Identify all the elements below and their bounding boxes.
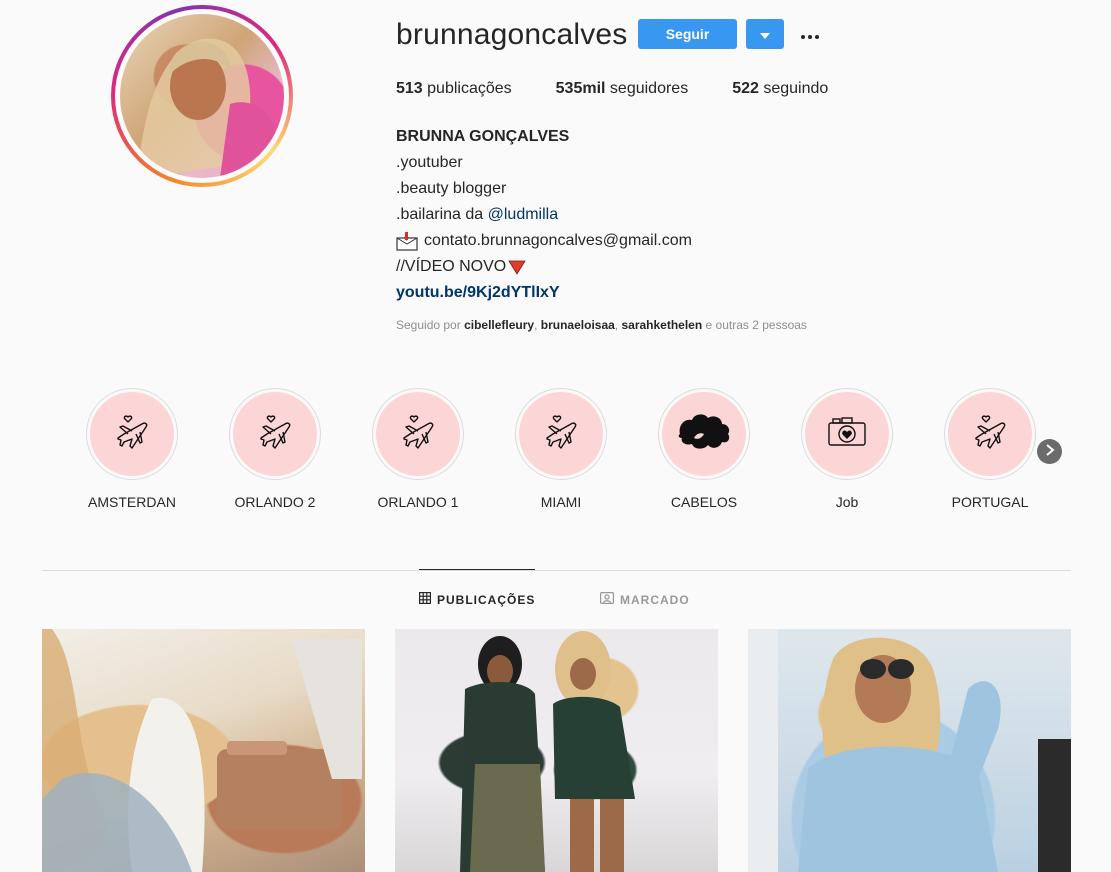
following-count: 522 <box>732 80 759 97</box>
follower-user: sarahkethelen <box>621 318 703 332</box>
follower-user: cibellefleury <box>464 318 535 332</box>
highlight-miami[interactable]: MIAMI <box>489 388 633 510</box>
post-thumbnail[interactable] <box>748 629 1071 872</box>
post-thumbnail[interactable] <box>395 629 718 872</box>
camera-heart-icon <box>827 415 867 454</box>
ellipsis-icon <box>801 27 819 42</box>
posts-count: 513 <box>396 80 423 97</box>
external-link[interactable]: youtu.be/9Kj2dYTlIxY <box>396 280 692 306</box>
highlight-amsterdan[interactable]: AMSTERDAN <box>60 388 204 510</box>
highlight-cover <box>376 392 460 476</box>
profile-avatar[interactable] <box>120 14 284 178</box>
username: brunnagoncalves <box>396 18 628 51</box>
followers-count: 535mil <box>555 80 606 97</box>
active-tab-indicator <box>419 569 535 570</box>
highlight-ring <box>86 388 178 480</box>
story-highlights: AMSTERDAN ORLANDO 2 ORLANDO 1 MIAMI CABE… <box>60 388 1070 518</box>
highlight-ring <box>801 388 893 480</box>
highlight-orlando-1[interactable]: ORLANDO 1 <box>346 388 490 510</box>
red-triangle-down-icon <box>508 259 526 275</box>
bio-line-bailarina: .bailarina da @ludmilla <box>396 202 692 228</box>
profile-stats: 513 publicações 535mil seguidores 522 se… <box>396 80 872 98</box>
bio-line-youtuber: .youtuber <box>396 154 463 171</box>
highlight-label: ORLANDO 2 <box>234 494 316 510</box>
follow-button[interactable]: Seguir <box>638 19 737 49</box>
airplane-heart-icon <box>970 412 1010 457</box>
followed-by-prefix: Seguido por <box>396 318 465 332</box>
tab-tagged-label: MARCADO <box>620 592 690 607</box>
bio-line-bailarina-text: .bailarina da <box>396 206 488 223</box>
posts-label: publicações <box>427 80 512 97</box>
highlight-ring <box>229 388 321 480</box>
tab-tagged[interactable]: MARCADO <box>600 592 690 607</box>
highlight-label: Job <box>835 494 859 510</box>
tagged-user-icon <box>600 592 615 607</box>
video-line-text: //VÍDEO NOVO <box>396 258 507 275</box>
tab-posts[interactable]: PUBLICAÇÕES <box>419 592 535 607</box>
mention-link[interactable]: @ludmilla <box>488 206 558 223</box>
highlight-ring <box>944 388 1036 480</box>
tab-posts-label: PUBLICAÇÕES <box>437 592 536 607</box>
avatar-gap <box>115 9 289 183</box>
bio-line-blogger: .beauty blogger <box>396 180 507 197</box>
mailbox-icon <box>396 231 418 251</box>
highlight-label: PORTUGAL <box>951 494 1029 510</box>
highlight-cover <box>948 392 1032 476</box>
email-text: contato.brunnagoncalves@gmail.com <box>424 232 692 249</box>
highlight-orlando-2[interactable]: ORLANDO 2 <box>203 388 347 510</box>
airplane-heart-icon <box>255 412 295 457</box>
highlight-cover <box>233 392 317 476</box>
followed-by[interactable]: Seguido por cibellefleury, brunaeloisaa,… <box>396 318 807 332</box>
highlight-label: CABELOS <box>670 494 738 510</box>
grid-icon <box>419 592 432 607</box>
profile-avatar-ring[interactable] <box>111 5 293 187</box>
caret-down-icon <box>760 27 770 42</box>
airplane-heart-icon <box>541 412 581 457</box>
highlight-ring <box>658 388 750 480</box>
highlight-cover <box>662 392 746 476</box>
posts-stat: 513 publicações <box>396 80 512 98</box>
followed-by-suffix: e outras 2 pessoas <box>702 318 807 332</box>
highlight-label: AMSTERDAN <box>88 494 176 510</box>
highlight-ring <box>372 388 464 480</box>
highlights-next-button[interactable] <box>1037 439 1062 464</box>
following-stat[interactable]: 522 seguindo <box>732 80 828 98</box>
highlight-job[interactable]: Job <box>775 388 919 510</box>
highlight-ring <box>515 388 607 480</box>
following-label: seguindo <box>763 80 829 97</box>
highlight-cover <box>805 392 889 476</box>
tabs-divider <box>42 570 1071 571</box>
suggestions-dropdown-button[interactable] <box>746 19 784 49</box>
airplane-heart-icon <box>398 412 438 457</box>
bio-line-video: //VÍDEO NOVO <box>396 254 692 280</box>
profile-bio: BRUNNA GONÇALVES .youtuber .beauty blogg… <box>396 124 692 306</box>
highlight-label: ORLANDO 1 <box>377 494 459 510</box>
airplane-heart-icon <box>112 412 152 457</box>
highlight-cabelos[interactable]: CABELOS <box>632 388 776 510</box>
more-options-button[interactable] <box>796 22 824 46</box>
follower-user: brunaeloisaa <box>540 318 615 332</box>
full-name: BRUNNA GONÇALVES <box>396 128 570 145</box>
followers-stat[interactable]: 535mil seguidores <box>556 80 689 98</box>
highlight-label: MIAMI <box>540 494 582 510</box>
hair-icon <box>676 412 732 457</box>
highlight-cover <box>519 392 603 476</box>
post-thumbnail[interactable] <box>42 629 365 872</box>
followers-label: seguidores <box>609 80 689 97</box>
highlight-cover <box>90 392 174 476</box>
chevron-right-icon <box>1045 443 1055 461</box>
bio-line-email: contato.brunnagoncalves@gmail.com <box>396 228 692 254</box>
